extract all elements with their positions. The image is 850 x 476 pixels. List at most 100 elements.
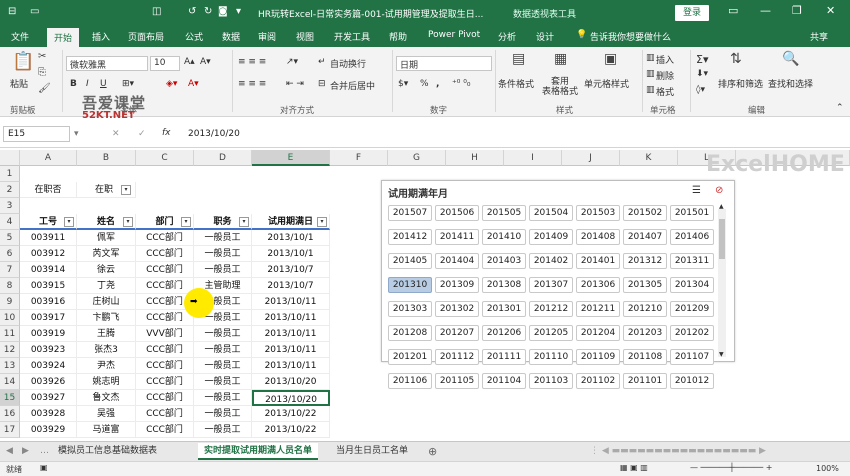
find-select-icon[interactable]: 🔍 [782,51,799,67]
column-header[interactable]: D [194,150,252,166]
formula-input[interactable]: 2013/10/20 [188,129,240,139]
row-header[interactable]: 1 [0,166,20,182]
orientation-icon[interactable]: ↗▾ [286,57,298,67]
column-header[interactable]: J [562,150,620,166]
table-cell[interactable]: 2013/10/22 [252,422,330,438]
table-cell[interactable]: 2013/10/22 [252,406,330,422]
collapse-ribbon-icon[interactable]: ⌃ [836,103,844,113]
slicer-item[interactable]: 201206 [482,325,526,341]
find-select-button[interactable]: 查找和选择 [768,77,813,90]
slicer-item[interactable]: 201304 [670,277,714,293]
filter-dropdown-icon[interactable]: ▾ [239,217,249,227]
insert-function-button[interactable]: fx [162,128,171,138]
slicer-item[interactable]: 201306 [576,277,620,293]
slicer-item[interactable]: 201012 [670,373,714,389]
sheet-tab[interactable]: 模拟员工信息基础数据表 [52,443,163,460]
slicer-item[interactable]: 201203 [623,325,667,341]
row-header[interactable]: 10 [0,310,20,326]
table-cell[interactable]: CCC部门 [136,278,194,294]
slicer-item[interactable]: 201204 [576,325,620,341]
zoom-level[interactable]: 100% [816,464,839,473]
table-cell[interactable]: CCC部门 [136,342,194,358]
slicer-item[interactable]: 201411 [435,229,479,245]
slicer-item[interactable]: 201401 [576,253,620,269]
table-cell[interactable]: CCC部门 [136,390,194,406]
table-cell[interactable]: 2013/10/11 [252,358,330,374]
table-cell[interactable]: 一般员工 [194,374,252,390]
table-cell[interactable]: 003916 [20,294,77,310]
tell-me-search[interactable]: 告诉我你想要做什么 [590,30,671,43]
slicer-item[interactable]: 201308 [482,277,526,293]
tab-help[interactable]: 帮助 [389,30,407,43]
table-cell[interactable]: 003912 [20,246,77,262]
table-cell[interactable]: 一般员工 [194,358,252,374]
align-top-icon[interactable]: ≡ ≡ ≡ [238,57,266,67]
name-box-dropdown-icon[interactable]: ▾ [74,129,79,139]
confirm-edit-icon[interactable]: ✓ [138,129,146,139]
table-format-button[interactable]: 套用 表格格式 [542,77,578,97]
slicer-item[interactable]: 201211 [576,301,620,317]
table-cell[interactable]: VVV部门 [136,326,194,342]
cut-icon[interactable]: ✂ [38,51,46,62]
table-header[interactable]: 工号 ▾ [20,214,77,230]
table-cell[interactable]: 2013/10/11 [252,326,330,342]
slicer-scroll-thumb[interactable] [719,219,725,259]
table-cell[interactable]: CCC部门 [136,262,194,278]
tab-page-layout[interactable]: 页面布局 [128,30,164,43]
slicer-item[interactable]: 201409 [529,229,573,245]
slicer-item[interactable]: 201505 [482,205,526,221]
comma-button[interactable]: , [436,79,439,89]
table-cell[interactable]: 吴强 [77,406,136,422]
table-cell[interactable]: 003923 [20,342,77,358]
horizontal-scrollbar[interactable]: ⋮ ◀ ▬▬▬▬▬▬▬▬▬▬▬▬▬▬▬▬▬ ▶ [590,446,766,456]
sort-filter-icon[interactable]: ⇅ [730,51,742,67]
slicer-item[interactable]: 201410 [482,229,526,245]
camera-icon[interactable]: ◙ [218,6,228,17]
table-cell[interactable]: 2013/10/20 [252,374,330,390]
multi-select-icon[interactable]: ☰ [692,185,701,196]
table-header[interactable]: 姓名 ▾ [77,214,136,230]
wrap-icon[interactable]: ↵ [318,57,326,67]
table-cell[interactable]: CCC部门 [136,358,194,374]
font-size-combo[interactable]: 10 [150,56,180,71]
redo-icon[interactable]: ↻ [204,6,212,17]
table-cell[interactable]: 一般员工 [194,326,252,342]
filter-dropdown-icon[interactable]: ▾ [317,217,327,227]
increase-font-icon[interactable]: A▴ [184,57,195,67]
slicer-item[interactable]: 201110 [529,349,573,365]
conditional-format-button[interactable]: 条件格式 [498,77,534,90]
tab-developer[interactable]: 开发工具 [334,30,370,43]
slicer-item[interactable]: 201408 [576,229,620,245]
table-cell[interactable]: 003927 [20,390,77,406]
table-cell[interactable]: 003924 [20,358,77,374]
decrease-font-icon[interactable]: A▾ [200,57,211,67]
table-cell[interactable]: CCC部门 [136,230,194,246]
table-header[interactable]: 部门 ▾ [136,214,194,230]
underline-button[interactable]: U [100,79,107,89]
table-cell[interactable]: CCC部门 [136,406,194,422]
slicer-item[interactable]: 201108 [623,349,667,365]
decimal-icon[interactable]: ⁺⁰ ⁰₀ [452,79,470,89]
slicer-item[interactable]: 201507 [388,205,432,221]
slicer-item[interactable]: 201103 [529,373,573,389]
slicer-item[interactable]: 201412 [388,229,432,245]
table-cell[interactable]: 庄树山 [77,294,136,310]
undo-icon[interactable]: ↺ [188,6,196,17]
table-cell[interactable]: 芮文军 [77,246,136,262]
table-cell[interactable]: 2013/10/11 [252,342,330,358]
delete-cells-button[interactable]: 删除 [656,69,674,82]
slicer-item[interactable]: 201112 [435,349,479,365]
row-header[interactable]: 2 [0,182,20,198]
table-cell[interactable]: 2013/10/11 [252,294,330,310]
table-cell[interactable]: 徐云 [77,262,136,278]
copy-icon[interactable]: ⎘ [38,67,46,78]
next-sheet-icon[interactable]: ▶ [22,446,29,456]
table-cell[interactable]: 2013/10/7 [252,262,330,278]
format-painter-icon[interactable]: 🖌 [38,83,51,94]
slicer-item[interactable]: 201501 [670,205,714,221]
slicer-item[interactable]: 201305 [623,277,667,293]
scroll-down-icon[interactable]: ▼ [719,351,724,358]
table-cell[interactable]: 一般员工 [194,406,252,422]
table-cell[interactable]: 2013/10/1 [252,246,330,262]
table-header[interactable]: 职务 ▾ [194,214,252,230]
